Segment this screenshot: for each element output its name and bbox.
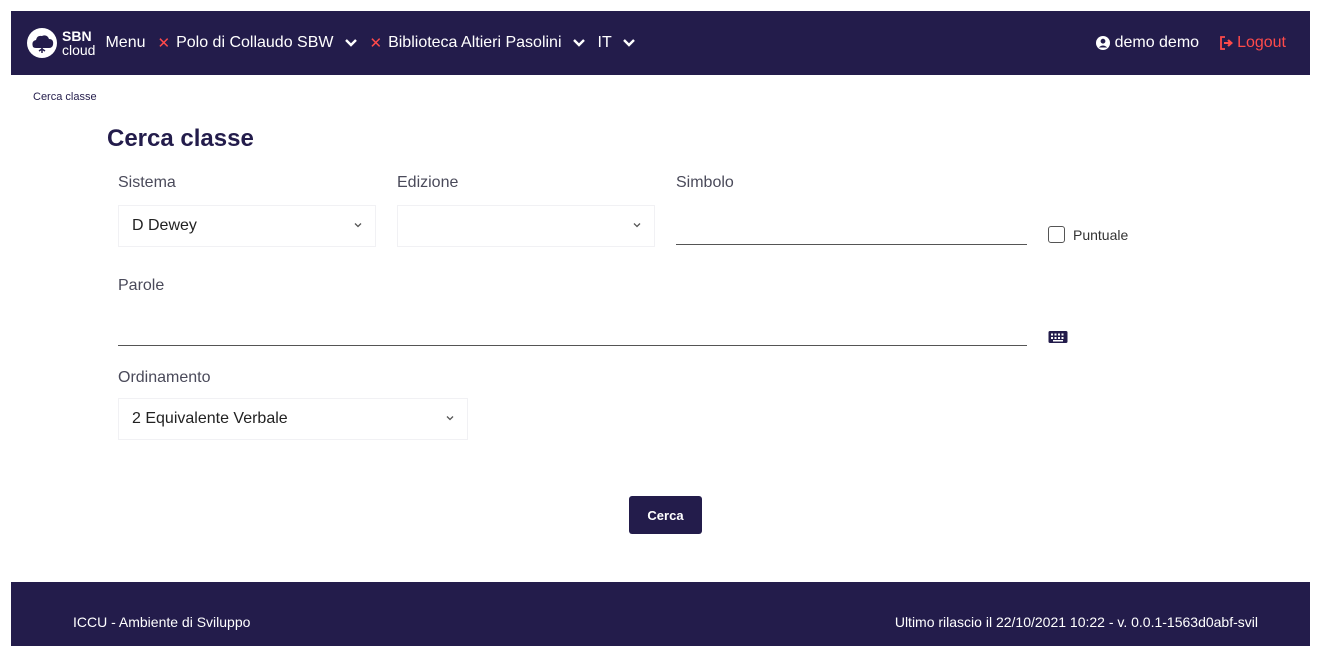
top-navbar: SBN cloud Menu ✕ Polo di Collaudo SBW ✕ … — [11, 11, 1310, 75]
polo-dropdown[interactable]: ✕ Polo di Collaudo SBW — [158, 34, 358, 52]
close-icon[interactable]: ✕ — [158, 34, 171, 52]
parole-label: Parole — [118, 277, 165, 294]
user-name: demo demo — [1114, 34, 1200, 51]
keyboard-icon[interactable] — [1048, 330, 1068, 344]
search-button[interactable]: Cerca — [629, 496, 702, 534]
footer-release-text: Ultimo rilascio il 22/10/2021 10:22 - v.… — [894, 614, 1258, 630]
puntuale-checkbox[interactable]: Puntuale — [1048, 226, 1128, 243]
sistema-value: D Dewey — [132, 217, 197, 234]
polo-label: Polo di Collaudo SBW — [176, 34, 334, 51]
user-menu[interactable]: demo demo — [1095, 34, 1200, 52]
sbn-cloud-logo[interactable]: SBN cloud — [25, 28, 95, 58]
edizione-select[interactable] — [397, 205, 655, 247]
logo-text: SBN cloud — [62, 29, 95, 57]
sistema-label: Sistema — [118, 174, 176, 191]
chevron-down-icon — [446, 416, 454, 421]
biblioteca-dropdown[interactable]: ✕ Biblioteca Altieri Pasolini — [370, 34, 586, 52]
logout-button[interactable]: Logout — [1219, 34, 1286, 52]
user-circle-icon — [1095, 36, 1110, 50]
puntuale-checkbox-box[interactable] — [1048, 226, 1065, 243]
menu-button[interactable]: Menu — [105, 34, 145, 52]
footer: ICCU - Ambiente di Sviluppo Ultimo rilas… — [11, 582, 1310, 646]
page: SBN cloud Menu ✕ Polo di Collaudo SBW ✕ … — [0, 0, 1321, 646]
logo-bottom-text: cloud — [62, 42, 96, 58]
sistema-select[interactable]: D Dewey — [118, 205, 376, 247]
menu-label: Menu — [105, 34, 146, 51]
chevron-down-icon — [572, 39, 585, 47]
sign-out-icon — [1220, 36, 1234, 50]
ordinamento-value: 2 Equivalente Verbale — [132, 410, 288, 427]
language-label: IT — [597, 34, 612, 51]
chevron-down-icon — [622, 39, 635, 47]
parole-input[interactable] — [118, 316, 1027, 346]
cloud-logo-icon — [27, 28, 57, 58]
simbolo-label: Simbolo — [676, 174, 734, 191]
ordinamento-select[interactable]: 2 Equivalente Verbale — [118, 398, 468, 440]
chevron-down-icon — [633, 223, 641, 228]
chevron-down-icon — [354, 223, 362, 228]
close-icon[interactable]: ✕ — [370, 34, 383, 52]
language-dropdown[interactable]: IT — [598, 34, 636, 52]
simbolo-input[interactable] — [676, 215, 1027, 245]
breadcrumb: Cerca classe — [33, 91, 97, 103]
chevron-down-icon — [344, 39, 357, 47]
logout-label: Logout — [1237, 34, 1286, 51]
ordinamento-label: Ordinamento — [118, 369, 211, 386]
puntuale-label: Puntuale — [1073, 226, 1129, 243]
edizione-label: Edizione — [397, 174, 459, 191]
page-title: Cerca classe — [107, 125, 254, 152]
biblioteca-label: Biblioteca Altieri Pasolini — [388, 34, 562, 51]
footer-environment-text: ICCU - Ambiente di Sviluppo — [73, 614, 251, 630]
